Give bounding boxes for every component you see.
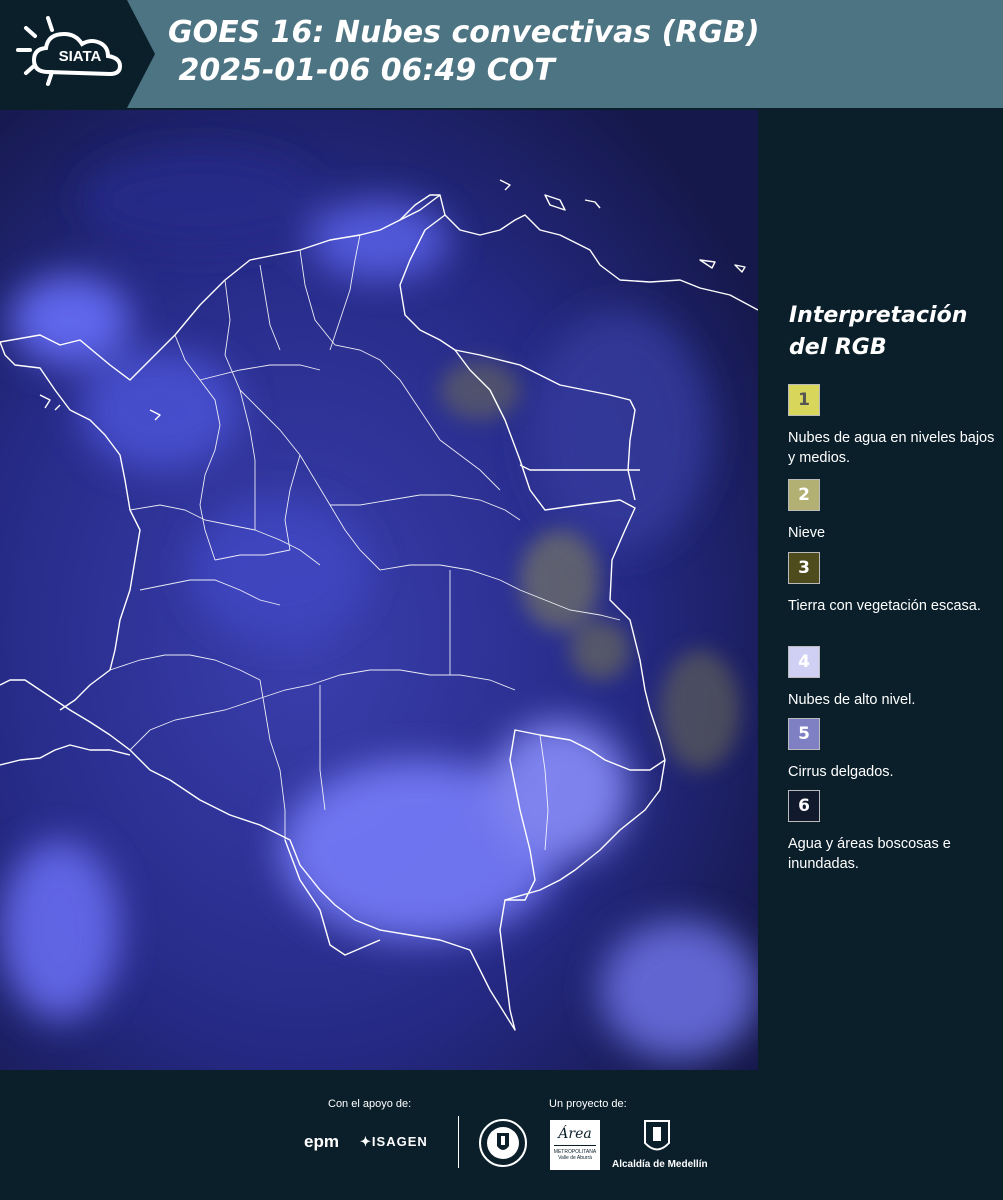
legend-item-1: 1 Nubes de agua en niveles bajos y medio… xyxy=(788,384,998,468)
legend-title: Interpretación del RGB xyxy=(789,303,968,360)
medellin-seal-icon[interactable] xyxy=(478,1118,528,1168)
area-logo-text: Área xyxy=(558,1126,592,1142)
title-line-1: GOES 16: Nubes convectivas (RGB) xyxy=(168,15,760,50)
legend-swatch: 1 xyxy=(788,384,820,416)
map-canvas xyxy=(0,110,758,1070)
isagen-icon: ✦ xyxy=(360,1134,372,1149)
epm-logo-text: epm xyxy=(304,1132,339,1151)
legend-swatch: 2 xyxy=(788,479,820,511)
area-logo-valle: Valle de Aburrá xyxy=(558,1155,592,1161)
support-label: Con el apoyo de: xyxy=(328,1098,412,1110)
title-line-2: 2025-01-06 06:49 COT xyxy=(168,53,555,88)
legend-label: Cirrus delgados. xyxy=(788,764,894,780)
legend-label: Nubes de agua en niveles bajos y medios. xyxy=(788,430,995,466)
area-logo-rule xyxy=(554,1145,596,1146)
project-label: Un proyecto de: xyxy=(549,1098,627,1110)
header-bar: SIATA GOES 16: Nubes convectivas (RGB) 2… xyxy=(0,0,1003,108)
legend-swatch-number: 4 xyxy=(798,652,810,672)
legend-label: Nubes de alto nivel. xyxy=(788,692,916,708)
legend-item-4: 4 Nubes de alto nivel. xyxy=(788,646,998,710)
legend-item-5: 5 Cirrus delgados. xyxy=(788,718,998,782)
legend-swatch-number: 5 xyxy=(798,724,810,744)
siata-logo-icon: SIATA xyxy=(0,0,155,108)
satellite-map[interactable] xyxy=(0,110,758,1070)
area-metropolitana-logo[interactable]: Área METROPOLITANA Valle de Aburrá xyxy=(550,1120,600,1170)
alcaldia-shield-icon[interactable] xyxy=(642,1118,672,1158)
legend-swatch: 4 xyxy=(788,646,820,678)
footer: Con el apoyo de: Un proyecto de: epm ✦IS… xyxy=(0,1070,1003,1200)
legend-swatch: 6 xyxy=(788,790,820,822)
legend-swatch: 5 xyxy=(788,718,820,750)
isagen-logo[interactable]: ✦ISAGEN xyxy=(360,1134,428,1150)
legend-label: Tierra con vegetación escasa. xyxy=(788,598,981,614)
siata-logo-text: SIATA xyxy=(59,48,102,65)
legend-item-3: 3 Tierra con vegetación escasa. xyxy=(788,552,998,616)
legend-item-6: 6 Agua y áreas boscosas e inundadas. xyxy=(788,790,998,874)
rgb-legend: Interpretación del RGB 1 Nubes de agua e… xyxy=(764,110,1003,1070)
legend-swatch: 3 xyxy=(788,552,820,584)
legend-swatch-number: 2 xyxy=(798,485,810,505)
legend-swatch-number: 3 xyxy=(798,558,810,578)
siata-logo[interactable]: SIATA xyxy=(0,0,155,108)
page-title: GOES 16: Nubes convectivas (RGB) 2025-01… xyxy=(168,14,760,90)
legend-swatch-number: 6 xyxy=(798,796,810,816)
legend-swatch-number: 1 xyxy=(798,390,810,410)
legend-label: Nieve xyxy=(788,525,826,541)
alcaldia-logo-text: Alcaldía de Medellín xyxy=(612,1159,708,1170)
legend-label: Agua y áreas boscosas e inundadas. xyxy=(788,836,951,872)
footer-divider xyxy=(458,1116,459,1168)
isagen-logo-text: ISAGEN xyxy=(371,1134,428,1149)
legend-item-2: 2 Nieve xyxy=(788,479,998,543)
epm-logo[interactable]: epm xyxy=(304,1132,339,1152)
